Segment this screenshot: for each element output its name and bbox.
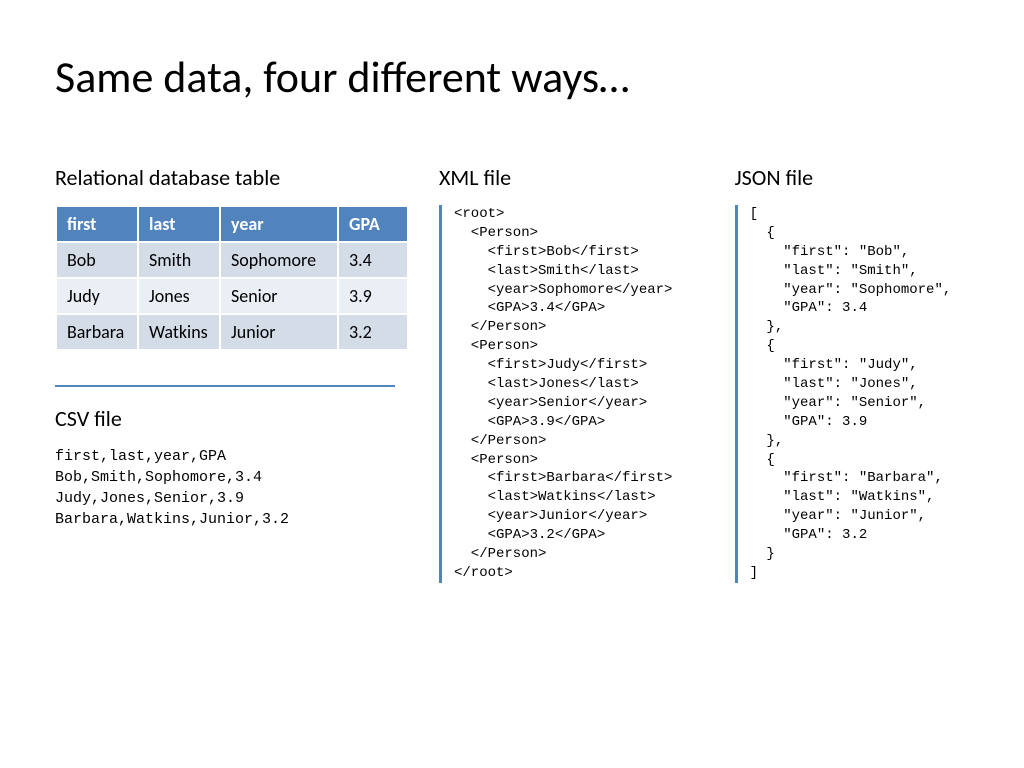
cell: Barbara [56, 314, 138, 350]
table-row: Barbara Watkins Junior 3.2 [56, 314, 408, 350]
cell: 3.2 [338, 314, 408, 350]
divider [55, 385, 395, 387]
col-header: year [220, 206, 338, 242]
cell: Bob [56, 242, 138, 278]
section-title-json: JSON file [735, 164, 969, 191]
cell: Jones [138, 278, 220, 314]
slide-title: Same data, four different ways… [55, 50, 969, 104]
data-table: first last year GPA Bob Smith Sophomore … [55, 205, 409, 351]
xml-content: <root> <Person> <first>Bob</first> <last… [454, 205, 705, 583]
cell: 3.4 [338, 242, 408, 278]
cell: Sophomore [220, 242, 338, 278]
cell: Junior [220, 314, 338, 350]
cell: Watkins [138, 314, 220, 350]
xml-box: <root> <Person> <first>Bob</first> <last… [439, 205, 705, 583]
table-row: Bob Smith Sophomore 3.4 [56, 242, 408, 278]
section-title-table: Relational database table [55, 164, 409, 191]
section-title-csv: CSV file [55, 405, 409, 432]
cell: Judy [56, 278, 138, 314]
col-header: GPA [338, 206, 408, 242]
json-content: [ { "first": "Bob", "last": "Smith", "ye… [750, 205, 969, 583]
cell: Smith [138, 242, 220, 278]
col-header: first [56, 206, 138, 242]
cell: Senior [220, 278, 338, 314]
section-title-xml: XML file [439, 164, 705, 191]
cell: 3.9 [338, 278, 408, 314]
table-row: Judy Jones Senior 3.9 [56, 278, 408, 314]
csv-content: first,last,year,GPA Bob,Smith,Sophomore,… [55, 446, 409, 530]
col-header: last [138, 206, 220, 242]
json-box: [ { "first": "Bob", "last": "Smith", "ye… [735, 205, 969, 583]
